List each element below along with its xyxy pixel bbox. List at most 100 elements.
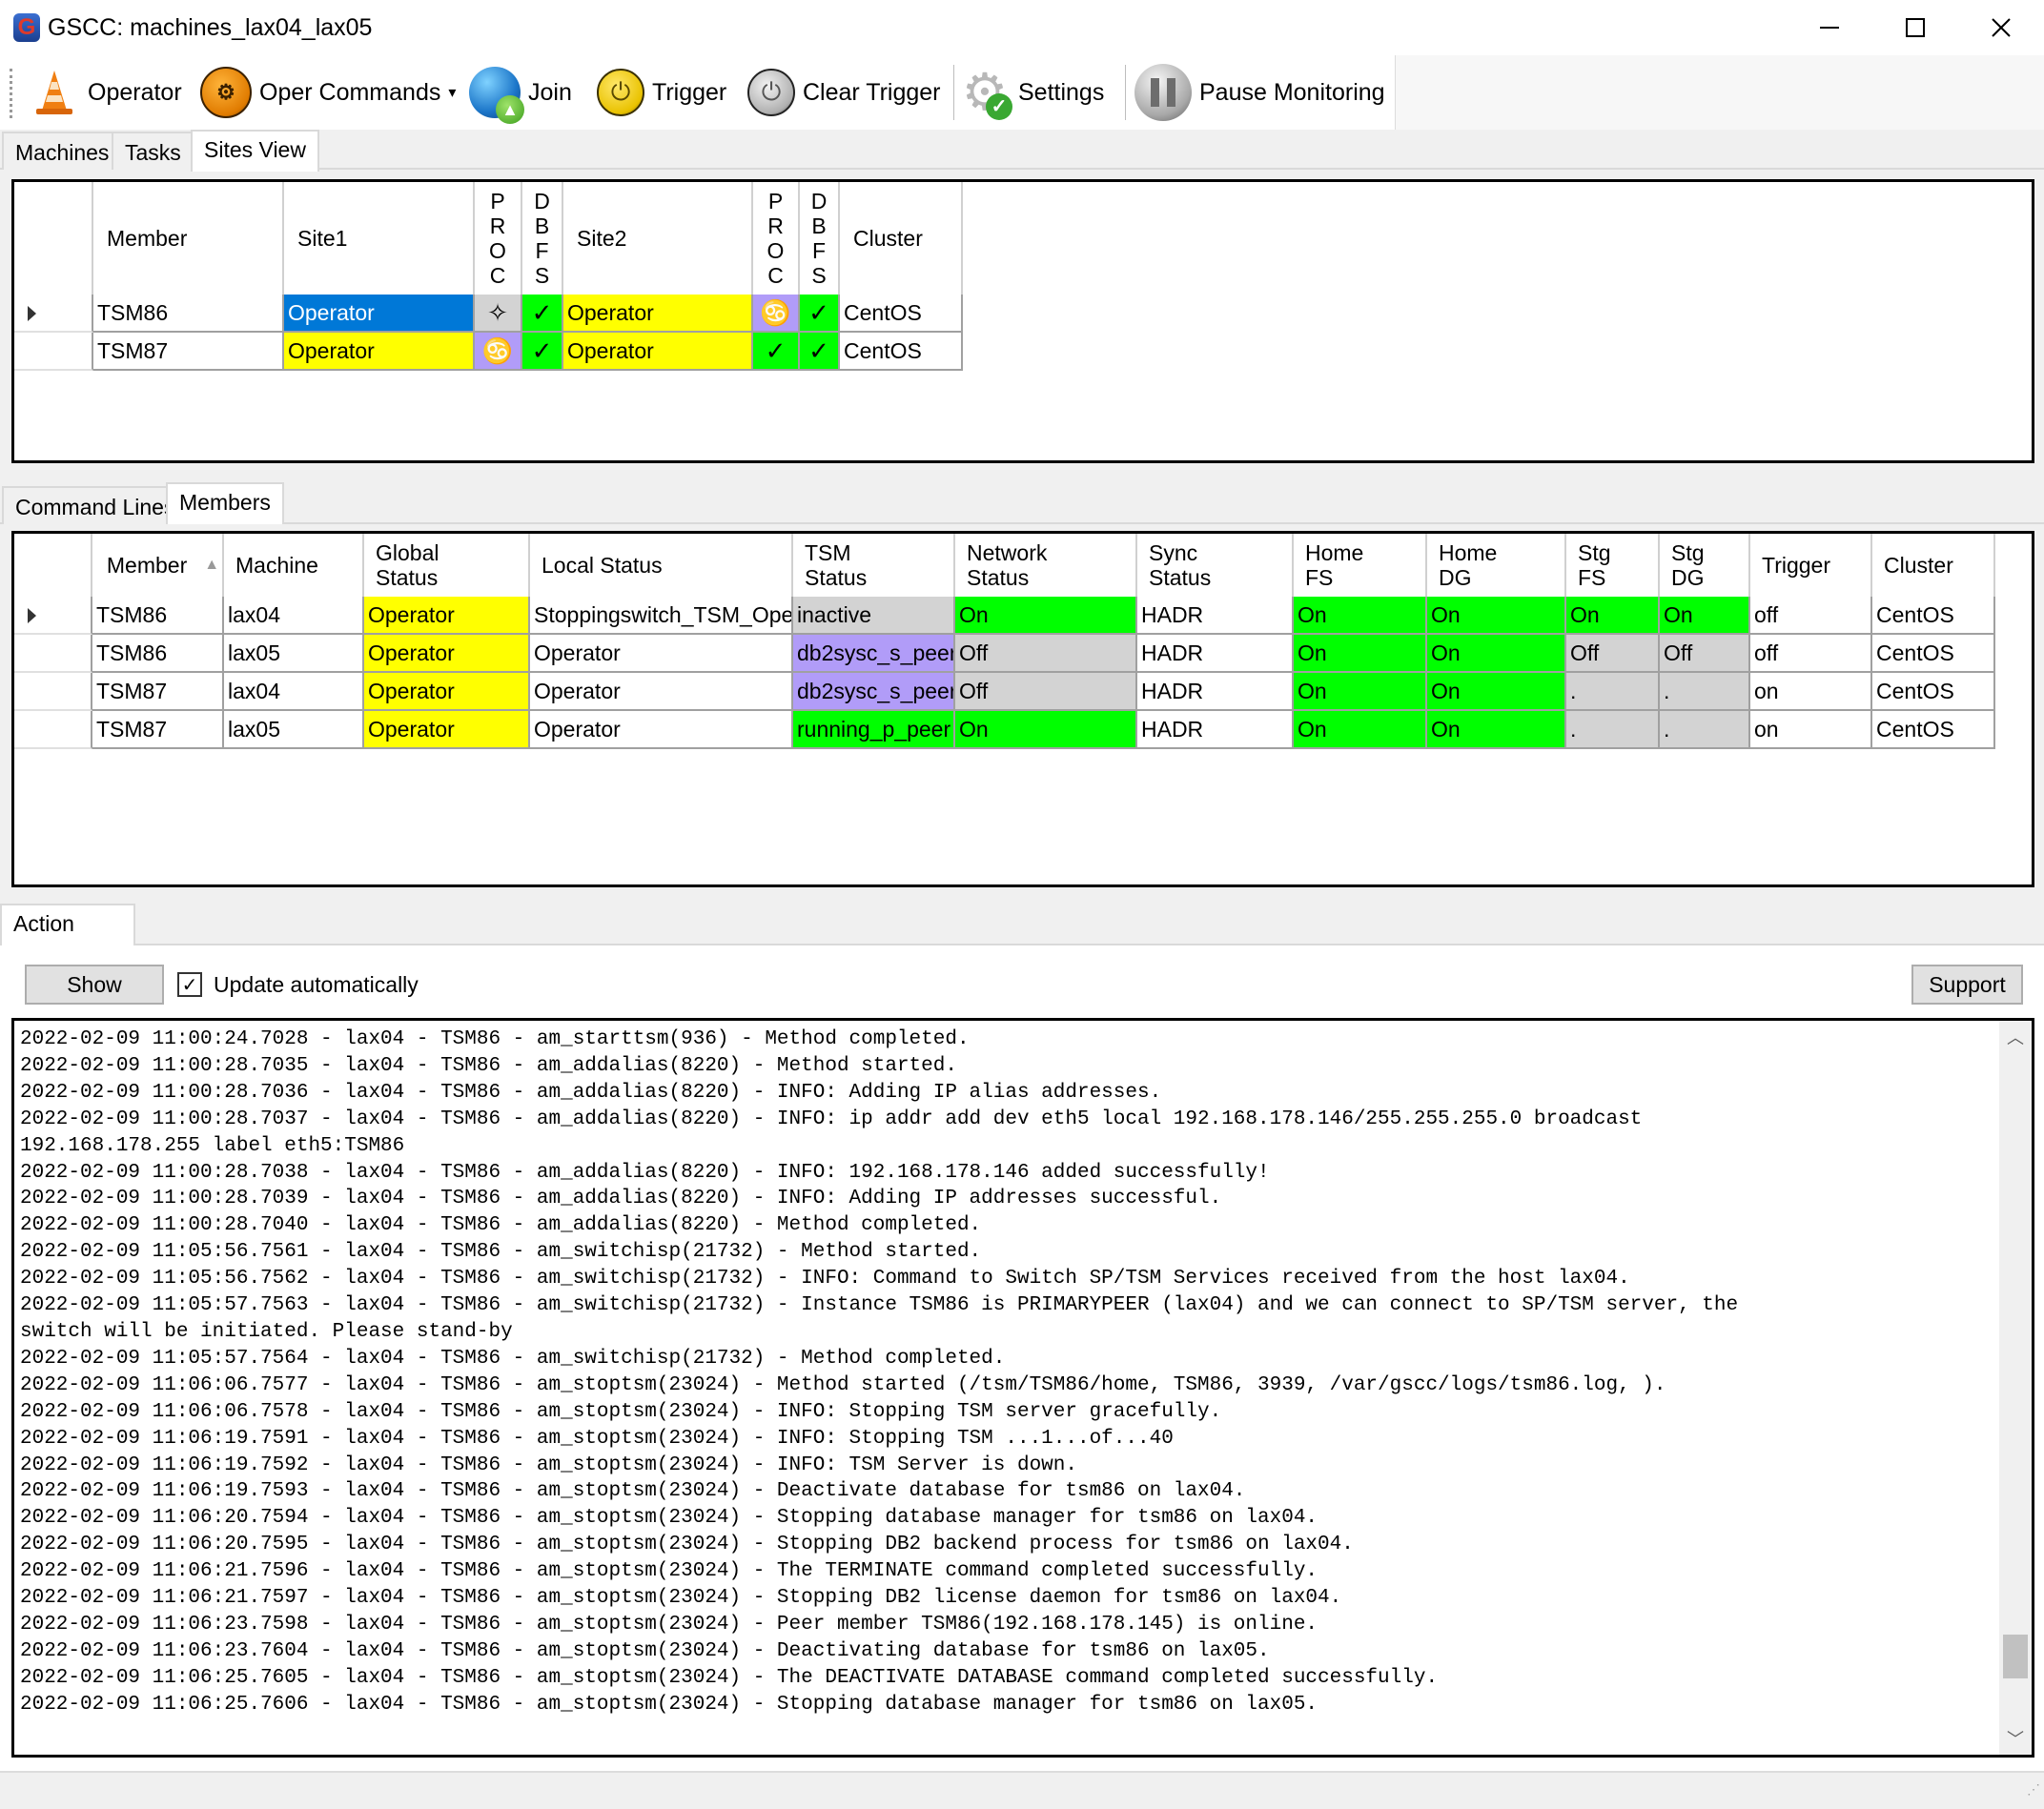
cell-member[interactable]: TSM86: [92, 597, 224, 635]
cell-local-status[interactable]: Stoppingswitch_TSM_Oper: [530, 597, 793, 635]
cell-home-fs[interactable]: On: [1294, 711, 1427, 749]
tab-machines[interactable]: Machines: [2, 132, 123, 170]
check-icon[interactable]: ✓: [800, 295, 840, 333]
tab-members[interactable]: Members: [166, 482, 284, 524]
col-header-cluster[interactable]: Cluster: [1872, 534, 1995, 597]
cell-network-status[interactable]: Off: [955, 673, 1137, 711]
cell-member[interactable]: TSM86: [93, 295, 284, 333]
cell-machine[interactable]: lax04: [224, 673, 364, 711]
col-header-dbfs[interactable]: DBFS: [800, 182, 840, 295]
scroll-down-icon[interactable]: ﹀: [1999, 1722, 2032, 1755]
cancer-glyph-icon[interactable]: ♋: [475, 333, 522, 371]
cell-sync-status[interactable]: HADR: [1137, 673, 1294, 711]
col-header-machine[interactable]: Machine: [224, 534, 364, 597]
cell-member[interactable]: TSM87: [93, 333, 284, 371]
cell-sync-status[interactable]: HADR: [1137, 597, 1294, 635]
col-header-site1[interactable]: Site1: [284, 182, 475, 295]
cell-stg-dg[interactable]: .: [1660, 711, 1750, 749]
cell-home-dg[interactable]: On: [1427, 711, 1566, 749]
cell-tsm-status[interactable]: db2sysc_s_peer: [793, 635, 955, 673]
toolbar-grip[interactable]: [10, 69, 13, 118]
cell-local-status[interactable]: Operator: [530, 635, 793, 673]
col-header-member[interactable]: Member ▲: [92, 534, 224, 597]
cell-trigger[interactable]: on: [1750, 711, 1872, 749]
cell-member[interactable]: TSM87: [92, 711, 224, 749]
cell-trigger[interactable]: off: [1750, 597, 1872, 635]
cell-machine[interactable]: lax05: [224, 711, 364, 749]
cell-global-status[interactable]: Operator: [364, 711, 530, 749]
row-selector[interactable]: [14, 295, 93, 333]
trigger-button[interactable]: ⏻ Trigger: [597, 61, 726, 124]
settings-button[interactable]: ⚙ ✓ Settings: [959, 61, 1104, 124]
cell-site2[interactable]: Operator: [563, 333, 753, 371]
pause-monitoring-button[interactable]: Pause Monitoring: [1134, 61, 1385, 124]
show-button[interactable]: Show: [25, 965, 164, 1005]
cell-stg-dg[interactable]: Off: [1660, 635, 1750, 673]
col-header-cluster[interactable]: Cluster: [840, 182, 963, 295]
update-automatically-checkbox[interactable]: ✓: [177, 972, 202, 997]
cell-global-status[interactable]: Operator: [364, 673, 530, 711]
cell-home-fs[interactable]: On: [1294, 673, 1427, 711]
col-header-network-status[interactable]: Network Status: [955, 534, 1137, 597]
col-header-site2[interactable]: Site2: [563, 182, 753, 295]
cell-cluster[interactable]: CentOS: [1872, 635, 1995, 673]
cell-site2[interactable]: Operator: [563, 295, 753, 333]
cell-home-fs[interactable]: On: [1294, 597, 1427, 635]
col-header-stg-dg[interactable]: Stg DG: [1660, 534, 1750, 597]
col-header-member[interactable]: Member: [93, 182, 284, 295]
cell-member[interactable]: TSM86: [92, 635, 224, 673]
cell-stg-dg[interactable]: On: [1660, 597, 1750, 635]
cell-sync-status[interactable]: HADR: [1137, 711, 1294, 749]
cell-cluster[interactable]: CentOS: [1872, 711, 1995, 749]
cell-home-dg[interactable]: On: [1427, 635, 1566, 673]
cell-site1[interactable]: Operator: [284, 295, 475, 333]
resize-grip-icon[interactable]: ⋰: [2021, 1782, 2040, 1805]
cell-tsm-status[interactable]: inactive: [793, 597, 955, 635]
cell-machine[interactable]: lax05: [224, 635, 364, 673]
cell-site1[interactable]: Operator: [284, 333, 475, 371]
cell-trigger[interactable]: off: [1750, 635, 1872, 673]
clear-trigger-button[interactable]: ⏻ Clear Trigger: [747, 61, 941, 124]
cell-tsm-status[interactable]: running_p_peer: [793, 711, 955, 749]
cell-trigger[interactable]: on: [1750, 673, 1872, 711]
col-header-stg-fs[interactable]: Stg FS: [1566, 534, 1660, 597]
row-selector[interactable]: [14, 711, 92, 749]
cell-cluster[interactable]: CentOS: [1872, 673, 1995, 711]
cell-cluster[interactable]: CentOS: [840, 333, 963, 371]
cell-network-status[interactable]: On: [955, 597, 1137, 635]
tab-action-logs[interactable]: Action Logs: [0, 904, 135, 972]
check-icon[interactable]: ✓: [522, 333, 563, 371]
cell-local-status[interactable]: Operator: [530, 673, 793, 711]
tab-sites-view[interactable]: Sites View: [191, 130, 319, 172]
sparkle-icon[interactable]: ✧: [475, 295, 522, 333]
close-button[interactable]: [1958, 0, 2044, 55]
col-header-proc[interactable]: PROC: [475, 182, 522, 295]
cell-member[interactable]: TSM87: [92, 673, 224, 711]
cell-home-dg[interactable]: On: [1427, 597, 1566, 635]
cell-stg-dg[interactable]: .: [1660, 673, 1750, 711]
cancer-glyph-icon[interactable]: ♋: [753, 295, 800, 333]
col-header-sync-status[interactable]: Sync Status: [1137, 534, 1294, 597]
log-textbox[interactable]: 2022-02-09 11:00:24.7028 - lax04 - TSM86…: [11, 1018, 2034, 1758]
cell-machine[interactable]: lax04: [224, 597, 364, 635]
cell-tsm-status[interactable]: db2sysc_s_peer: [793, 673, 955, 711]
tab-command-lines[interactable]: Command Lines: [2, 486, 189, 524]
cell-home-fs[interactable]: On: [1294, 635, 1427, 673]
cell-stg-fs[interactable]: .: [1566, 673, 1660, 711]
cell-network-status[interactable]: On: [955, 711, 1137, 749]
row-selector[interactable]: [14, 673, 92, 711]
oper-commands-button[interactable]: ⚙ Oper Commands ▾: [200, 61, 456, 124]
support-button[interactable]: Support: [1911, 965, 2023, 1005]
check-icon[interactable]: ✓: [753, 333, 800, 371]
cell-sync-status[interactable]: HADR: [1137, 635, 1294, 673]
cell-global-status[interactable]: Operator: [364, 597, 530, 635]
cell-stg-fs[interactable]: On: [1566, 597, 1660, 635]
check-icon[interactable]: ✓: [522, 295, 563, 333]
dropdown-arrow-icon[interactable]: ▾: [448, 83, 456, 102]
row-selector[interactable]: [14, 635, 92, 673]
col-header-proc[interactable]: PROC: [753, 182, 800, 295]
join-button[interactable]: ▲ Join: [469, 61, 572, 124]
col-header-trigger[interactable]: Trigger: [1750, 534, 1872, 597]
tab-tasks[interactable]: Tasks: [112, 132, 194, 170]
col-header-home-fs[interactable]: Home FS: [1294, 534, 1427, 597]
